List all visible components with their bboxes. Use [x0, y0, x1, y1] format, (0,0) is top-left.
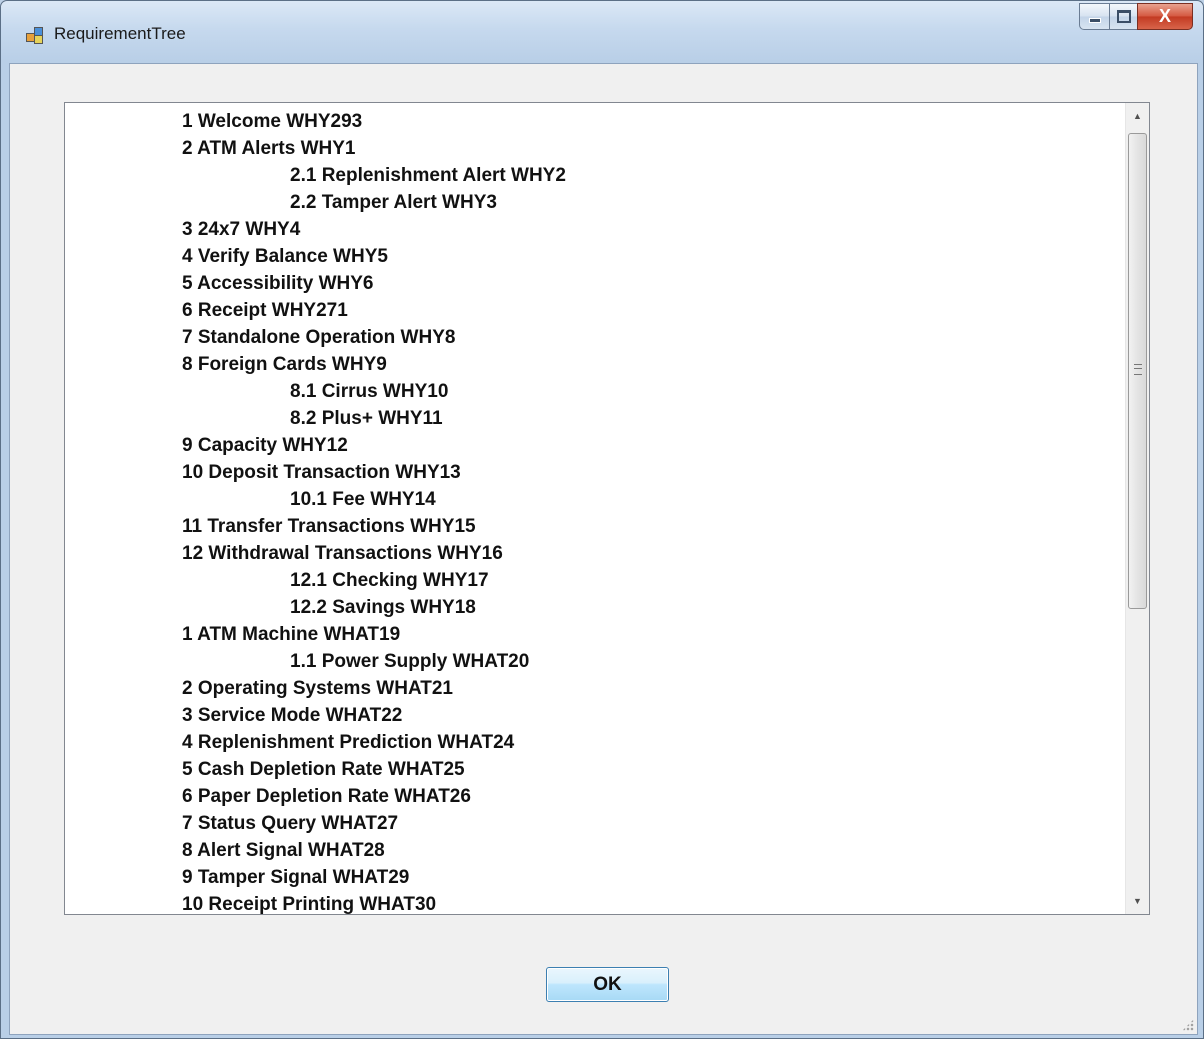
close-icon: X: [1158, 6, 1171, 26]
list-item[interactable]: 8 Alert Signal WHAT28: [65, 837, 1125, 864]
list-item[interactable]: 7 Standalone Operation WHY8: [65, 324, 1125, 351]
requirement-list[interactable]: 1 Welcome WHY293 2 ATM Alerts WHY1 2.1 Rep…: [64, 102, 1150, 915]
list-item[interactable]: 3 24x7 WHY4: [65, 216, 1125, 243]
list-item[interactable]: 8.1 Cirrus WHY10: [65, 378, 1125, 405]
dialog-client-area: 1 Welcome WHY293 2 ATM Alerts WHY1 2.1 Rep…: [9, 63, 1198, 1035]
list-item[interactable]: 8 Foreign Cards WHY9: [65, 351, 1125, 378]
ok-button[interactable]: OK: [546, 967, 669, 1002]
list-item[interactable]: 6 Receipt WHY271: [65, 297, 1125, 324]
list-item[interactable]: 2 ATM Alerts WHY1: [65, 135, 1125, 162]
resize-grip-icon[interactable]: [1182, 1019, 1194, 1031]
list-item[interactable]: 1 Welcome WHY293: [65, 108, 1125, 135]
list-item[interactable]: 5 Cash Depletion Rate WHAT25: [65, 756, 1125, 783]
list-item[interactable]: 9 Tamper Signal WHAT29: [65, 864, 1125, 891]
list-item[interactable]: 5 Accessibility WHY6: [65, 270, 1125, 297]
list-item[interactable]: 11 Transfer Transactions WHY15: [65, 513, 1125, 540]
scroll-up-arrow-icon: ▲: [1133, 111, 1142, 121]
scrollbar-grip-icon: [1134, 364, 1142, 375]
scrollbar-thumb[interactable]: [1128, 133, 1147, 609]
list-item[interactable]: 10 Deposit Transaction WHY13: [65, 459, 1125, 486]
list-item[interactable]: 1 ATM Machine WHAT19: [65, 621, 1125, 648]
minimize-icon: [1088, 18, 1101, 23]
list-item[interactable]: 3 Service Mode WHAT22: [65, 702, 1125, 729]
scroll-down-arrow-icon: ▼: [1133, 896, 1142, 906]
list-item[interactable]: 1.1 Power Supply WHAT20: [65, 648, 1125, 675]
maximize-icon: [1116, 10, 1131, 23]
scroll-down-button[interactable]: ▼: [1126, 890, 1149, 912]
list-item[interactable]: 2.2 Tamper Alert WHY3: [65, 189, 1125, 216]
list-item[interactable]: 12.2 Savings WHY18: [65, 594, 1125, 621]
caption-buttons: X: [1079, 3, 1193, 30]
list-item[interactable]: 9 Capacity WHY12: [65, 432, 1125, 459]
list-item[interactable]: 10.1 Fee WHY14: [65, 486, 1125, 513]
list-item[interactable]: 2 Operating Systems WHAT21: [65, 675, 1125, 702]
maximize-button[interactable]: [1109, 3, 1137, 30]
list-item[interactable]: 4 Replenishment Prediction WHAT24: [65, 729, 1125, 756]
window-title: RequirementTree: [54, 24, 186, 43]
app-icon[interactable]: [26, 27, 44, 44]
list-item[interactable]: 10 Receipt Printing WHAT30: [65, 891, 1125, 914]
list-item[interactable]: 2.1 Replenishment Alert WHY2: [65, 162, 1125, 189]
list-item[interactable]: 8.2 Plus+ WHY11: [65, 405, 1125, 432]
minimize-button[interactable]: [1079, 3, 1109, 30]
requirement-tree-window: RequirementTree X 1 Welcome WHY293 2 ATM …: [0, 0, 1204, 1039]
close-button[interactable]: X: [1137, 3, 1193, 30]
list-item[interactable]: 6 Paper Depletion Rate WHAT26: [65, 783, 1125, 810]
list-item[interactable]: 7 Status Query WHAT27: [65, 810, 1125, 837]
scroll-up-button[interactable]: ▲: [1126, 105, 1149, 127]
list-item[interactable]: 4 Verify Balance WHY5: [65, 243, 1125, 270]
vertical-scrollbar[interactable]: ▲ ▼: [1125, 103, 1149, 914]
requirement-list-items: 1 Welcome WHY293 2 ATM Alerts WHY1 2.1 Rep…: [65, 108, 1125, 914]
list-item[interactable]: 12.1 Checking WHY17: [65, 567, 1125, 594]
list-item[interactable]: 12 Withdrawal Transactions WHY16: [65, 540, 1125, 567]
title-bar[interactable]: RequirementTree X: [1, 1, 1203, 63]
